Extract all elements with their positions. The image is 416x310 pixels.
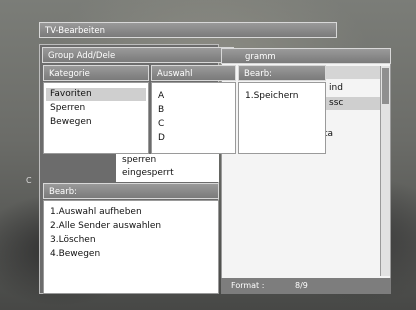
edit-help-header: Bearb: xyxy=(43,183,219,199)
format-value: 8/9 xyxy=(294,281,308,290)
category-list: Favoriten Sperren Bewegen xyxy=(43,82,149,154)
channel-list-row-text: ind xyxy=(329,83,343,93)
middle-list-item-label: sperren xyxy=(122,155,157,165)
edit-help-list: 1.Auswahl aufheben 2.Alle Sender auswahl… xyxy=(43,200,219,294)
edit-popup-list: 1.Speichern xyxy=(238,82,326,154)
edit-help-item-label: 4.Bewegen xyxy=(50,249,101,259)
group-dialog-title-bar: Group Add/Dele xyxy=(42,47,234,63)
channel-list-scroll-thumb[interactable] xyxy=(382,68,389,104)
channel-list-row-text: ssc xyxy=(329,98,344,108)
category-header-text: Kategorie xyxy=(49,69,90,79)
edit-help-item-select-all[interactable]: 2.Alle Sender auswahlen xyxy=(46,220,216,233)
selection-item-a[interactable]: A xyxy=(154,90,232,103)
category-item-label: Sperren xyxy=(50,103,86,113)
edit-popup-item-label: 1.Speichern xyxy=(245,91,299,101)
edit-popup-header-text: Bearb: xyxy=(244,69,273,79)
edit-help-item-move[interactable]: 4.Bewegen xyxy=(46,248,216,261)
window-title: TV-Bearbeiten xyxy=(45,26,105,36)
middle-list-item[interactable]: sperren xyxy=(118,154,214,167)
selection-item-d[interactable]: D xyxy=(154,132,232,145)
edit-help-item-label: 1.Auswahl aufheben xyxy=(50,207,142,217)
middle-list: sperren eingesperrt xyxy=(116,154,219,182)
edit-help-item-delete[interactable]: 3.Löschen xyxy=(46,234,216,247)
selection-item-label: B xyxy=(158,105,165,115)
selection-item-label: D xyxy=(158,133,165,143)
edit-help-item-label: 3.Löschen xyxy=(50,235,96,245)
selection-item-c[interactable]: C xyxy=(154,118,232,131)
format-label: Format : xyxy=(231,281,265,290)
selection-item-label: A xyxy=(158,91,165,101)
category-item-bewegen[interactable]: Bewegen xyxy=(46,116,146,129)
category-item-sperren[interactable]: Sperren xyxy=(46,102,146,115)
left-edge-label: C xyxy=(26,176,32,185)
channel-list-scrollbar[interactable] xyxy=(380,66,390,276)
selection-list: A B C D xyxy=(151,82,236,154)
channel-list-title-bar: gramm xyxy=(221,48,391,64)
middle-list-item-label: eingesperrt xyxy=(122,168,174,178)
selection-header: Auswahl xyxy=(151,65,236,81)
edit-popup-item-save[interactable]: 1.Speichern xyxy=(241,90,323,103)
selection-header-text: Auswahl xyxy=(157,69,193,79)
channel-list-title: gramm xyxy=(245,52,276,62)
selection-item-b[interactable]: B xyxy=(154,104,232,117)
edit-help-item-label: 2.Alle Sender auswahlen xyxy=(50,221,162,231)
category-header: Kategorie xyxy=(43,65,149,81)
edit-help-header-text: Bearb: xyxy=(49,187,78,197)
selection-item-label: C xyxy=(158,119,165,129)
category-item-label: Favoriten xyxy=(50,89,92,99)
category-item-favoriten[interactable]: Favoriten xyxy=(46,88,146,101)
window-title-bar: TV-Bearbeiten xyxy=(39,22,337,38)
footer-bar: Format : 8/9 xyxy=(221,278,391,294)
edit-help-item-deselect[interactable]: 1.Auswahl aufheben xyxy=(46,206,216,219)
category-item-label: Bewegen xyxy=(50,117,92,127)
group-dialog-title: Group Add/Dele xyxy=(48,51,116,61)
middle-list-item[interactable]: eingesperrt xyxy=(118,167,214,180)
edit-popup-header: Bearb: xyxy=(238,65,326,81)
